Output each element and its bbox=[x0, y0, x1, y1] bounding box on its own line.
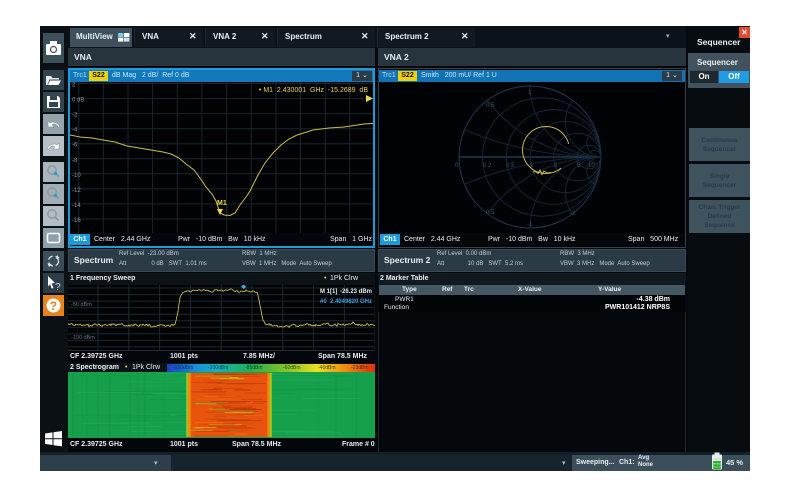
svg-text:-1: -1 bbox=[527, 222, 533, 228]
svg-text:-2: -2 bbox=[72, 113, 78, 119]
svg-text:-10: -10 bbox=[72, 173, 81, 179]
svg-text:-8: -8 bbox=[72, 158, 78, 164]
svg-text:• M1 2.430001 GHz -15.2689: • M1 2.430001 GHz -15.2689 dB bbox=[259, 87, 368, 94]
svg-text:-14: -14 bbox=[72, 203, 81, 209]
svg-text:-16: -16 bbox=[72, 218, 81, 224]
svg-text:0.2: 0.2 bbox=[483, 163, 492, 169]
svg-text:-2: -2 bbox=[570, 211, 576, 217]
svg-text:-12: -12 bbox=[72, 188, 81, 194]
svg-text:-4: -4 bbox=[72, 128, 78, 134]
svg-text:0.5: 0.5 bbox=[486, 210, 495, 216]
svg-text:0.5: 0.5 bbox=[506, 163, 515, 169]
svg-text:0.5: 0.5 bbox=[486, 103, 495, 109]
svg-text:10: 10 bbox=[588, 163, 595, 169]
svg-text:?: ? bbox=[55, 282, 61, 293]
svg-text:-100 dBm: -100 dBm bbox=[71, 335, 95, 341]
svg-text:-6: -6 bbox=[72, 143, 78, 149]
svg-text:M1: M1 bbox=[217, 200, 227, 207]
svg-text:-26.23 dBm: -26.23 dBm bbox=[340, 289, 372, 295]
svg-text:M 1[1]: M 1[1] bbox=[320, 289, 337, 295]
svg-text:0 dB: 0 dB bbox=[72, 98, 84, 104]
